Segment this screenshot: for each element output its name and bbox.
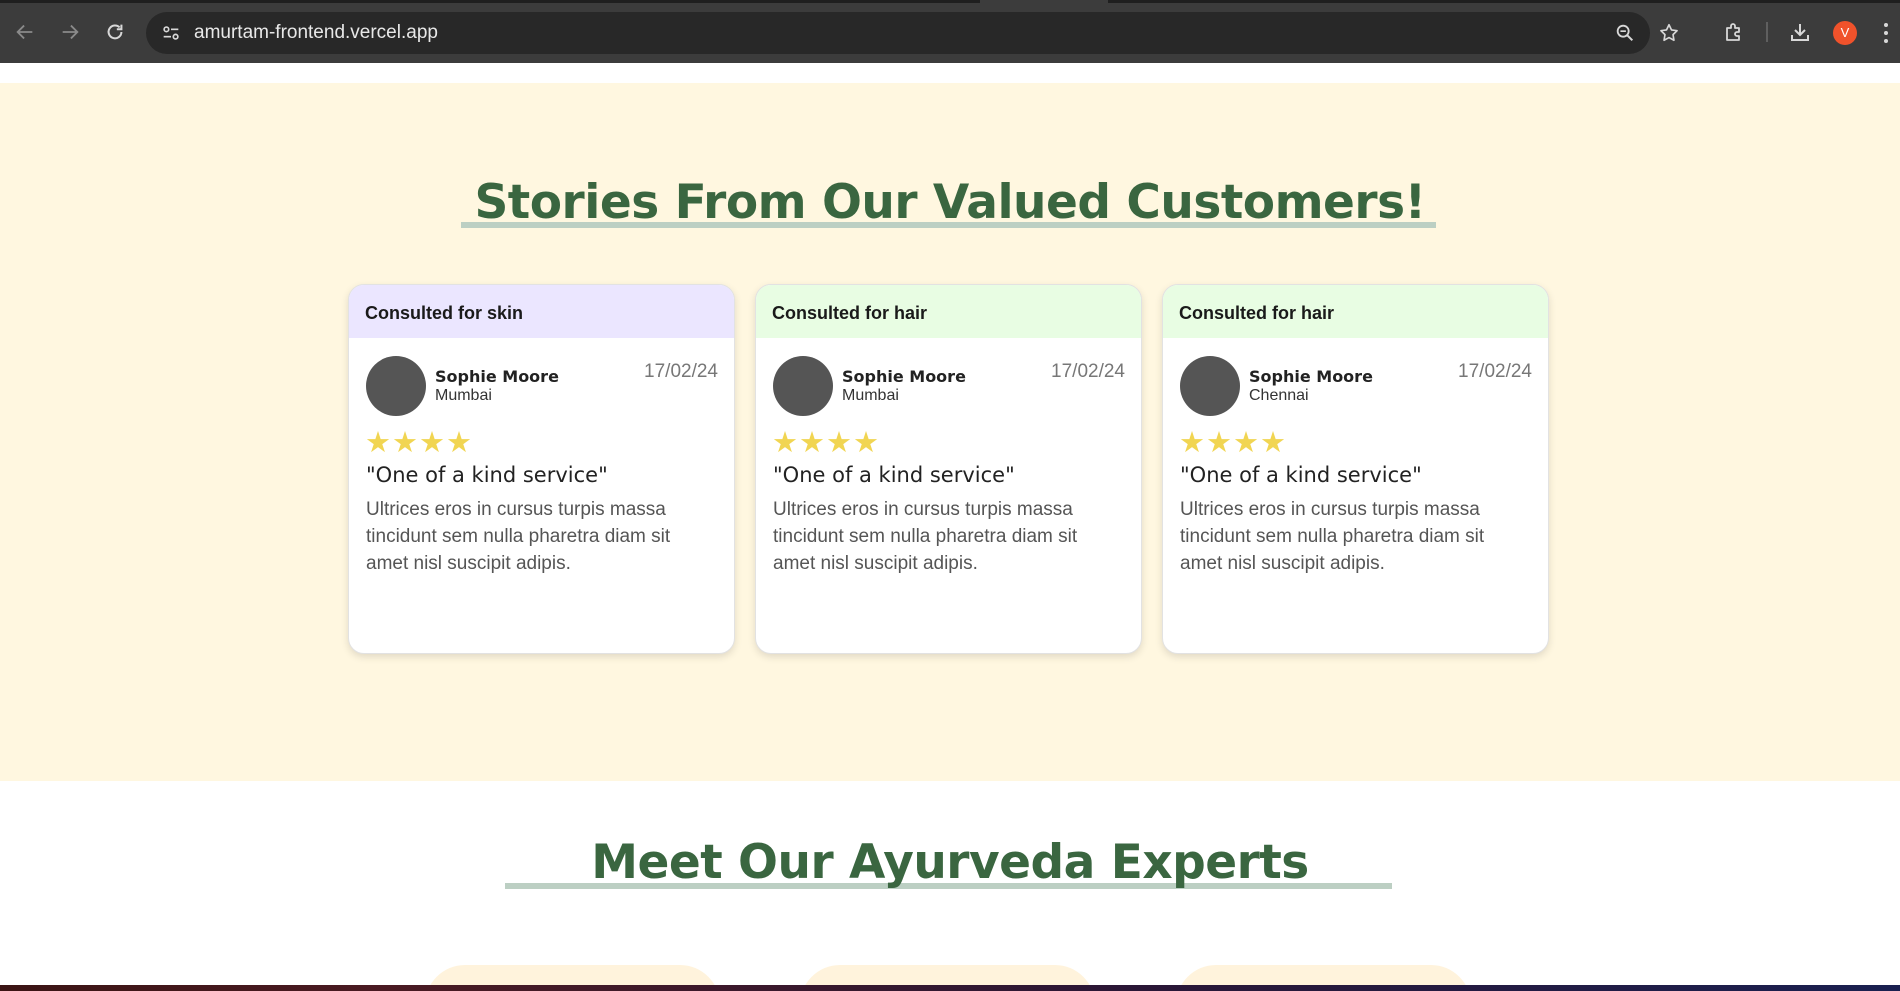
avatar xyxy=(366,356,426,416)
reload-icon xyxy=(107,24,123,40)
testimonial-card: Consulted for skin Sophie Moore Mumbai 1… xyxy=(348,284,735,654)
expert-card[interactable] xyxy=(800,965,1095,985)
toolbar-separator xyxy=(1766,22,1768,42)
customer-name: Sophie Moore xyxy=(842,367,966,386)
avatar xyxy=(1180,356,1240,416)
puzzle-icon[interactable] xyxy=(1722,20,1746,44)
customer-city: Mumbai xyxy=(842,387,899,404)
star-rating: ★★★★ xyxy=(365,427,473,459)
tab-strip-edge xyxy=(0,0,980,3)
testimonials-heading: Stories From Our Valued Customers! xyxy=(474,175,1426,230)
os-taskbar xyxy=(0,985,1900,991)
customer-name: Sophie Moore xyxy=(435,367,559,386)
tune-icon[interactable] xyxy=(160,22,182,44)
review-date: 17/02/24 xyxy=(1051,361,1125,382)
page-viewport: Stories From Our Valued Customers! Consu… xyxy=(0,63,1900,985)
customer-name: Sophie Moore xyxy=(1249,367,1373,386)
review-title: "One of a kind service" xyxy=(366,463,608,487)
star-icon[interactable] xyxy=(1658,22,1680,44)
testimonial-card: Consulted for hair Sophie Moore Chennai … xyxy=(1162,284,1549,654)
avatar xyxy=(773,356,833,416)
tab-strip-edge xyxy=(1108,0,1900,3)
zoom-icon[interactable] xyxy=(1614,22,1636,44)
review-text: Ultrices eros in cursus turpis massa tin… xyxy=(1180,499,1485,574)
browser-toolbar: amurtam-frontend.vercel.app V xyxy=(0,0,1900,63)
profile-avatar[interactable]: V xyxy=(1833,21,1857,45)
review-date: 17/02/24 xyxy=(1458,361,1532,382)
card-category: Consulted for hair xyxy=(1163,285,1548,338)
more-vertical-icon[interactable] xyxy=(1883,21,1889,45)
testimonials-section: Stories From Our Valued Customers! Consu… xyxy=(0,83,1900,781)
url-text[interactable]: amurtam-frontend.vercel.app xyxy=(194,12,438,54)
star-rating: ★★★★ xyxy=(772,427,880,459)
card-category: Consulted for hair xyxy=(756,285,1141,338)
expert-card[interactable] xyxy=(1176,965,1471,985)
experts-heading: Meet Our Ayurveda Experts xyxy=(591,835,1309,890)
review-text: Ultrices eros in cursus turpis massa tin… xyxy=(773,499,1078,574)
forward-button[interactable] xyxy=(55,17,85,47)
review-date: 17/02/24 xyxy=(644,361,718,382)
card-category: Consulted for skin xyxy=(349,285,734,338)
expert-card[interactable] xyxy=(425,965,720,985)
download-icon[interactable] xyxy=(1788,20,1812,44)
arrow-left-icon xyxy=(16,24,33,40)
reload-button[interactable] xyxy=(100,17,130,47)
back-button[interactable] xyxy=(10,17,40,47)
customer-city: Chennai xyxy=(1249,387,1309,404)
customer-city: Mumbai xyxy=(435,387,492,404)
address-bar[interactable]: amurtam-frontend.vercel.app xyxy=(146,12,1678,54)
star-rating: ★★★★ xyxy=(1179,427,1287,459)
testimonial-card: Consulted for hair Sophie Moore Mumbai 1… xyxy=(755,284,1142,654)
review-title: "One of a kind service" xyxy=(1180,463,1422,487)
browser-window: amurtam-frontend.vercel.app V Stories Fr… xyxy=(0,0,1900,991)
review-text: Ultrices eros in cursus turpis massa tin… xyxy=(366,499,671,574)
review-title: "One of a kind service" xyxy=(773,463,1015,487)
arrow-right-icon xyxy=(62,24,79,40)
